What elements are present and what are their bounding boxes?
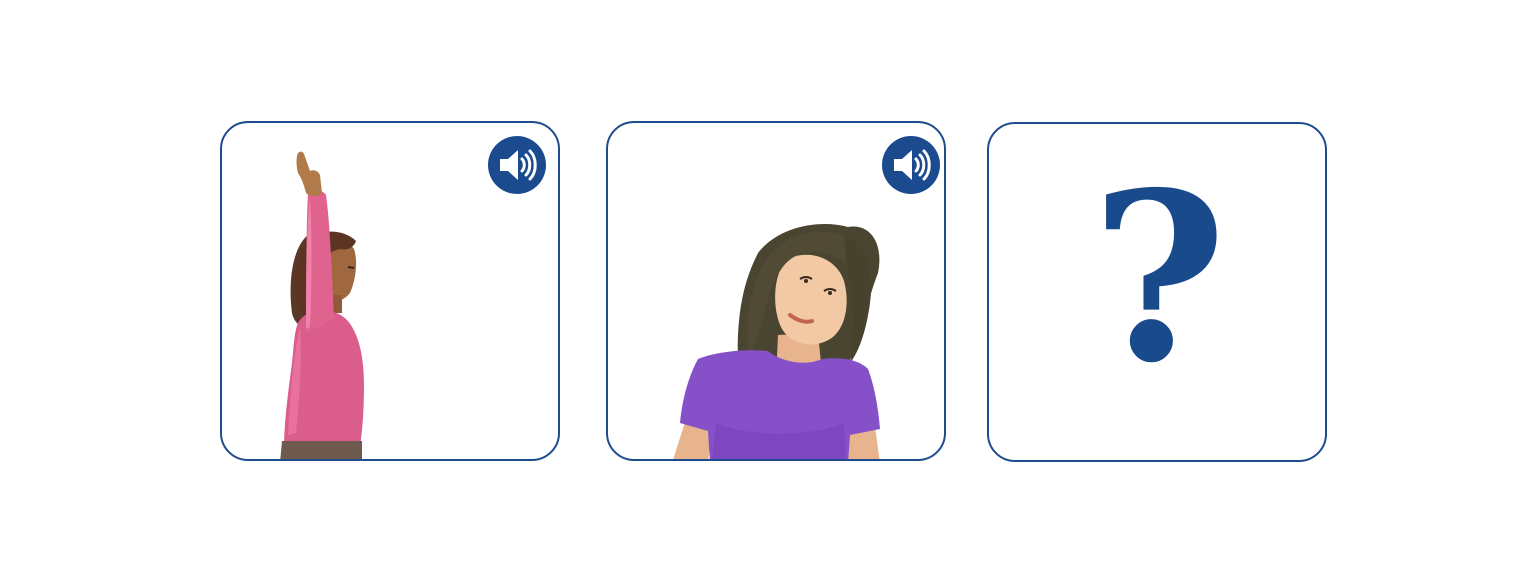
audio-play-button[interactable] xyxy=(488,136,546,194)
exercise-card-head-tilt[interactable] xyxy=(606,121,946,461)
speaker-icon xyxy=(500,149,537,181)
question-mark-symbol: ? xyxy=(1091,141,1227,414)
speaker-icon xyxy=(894,149,931,181)
exercise-card-arm-raise[interactable] xyxy=(220,121,560,461)
audio-play-button[interactable] xyxy=(882,136,940,194)
answer-card-unknown[interactable]: ? xyxy=(987,122,1327,462)
